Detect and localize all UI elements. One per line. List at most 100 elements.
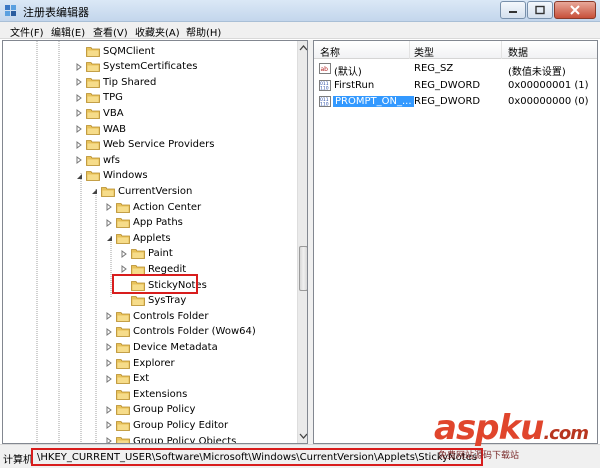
tree-item-currentversion[interactable]: CurrentVersion [90, 183, 192, 199]
tree-item-app-paths[interactable]: App Paths [105, 215, 183, 231]
tree-item-label: Regedit [148, 263, 187, 275]
expand-arrow-icon[interactable] [105, 218, 113, 227]
tree-item-ext[interactable]: Ext [105, 371, 149, 387]
key-tree-pane[interactable]: SQMClient SystemCertificates Tip Shared TPG… [2, 40, 308, 444]
menu-help[interactable]: 帮助(H) [186, 24, 221, 39]
expand-arrow-icon[interactable] [75, 140, 83, 149]
expand-arrow-icon[interactable] [75, 109, 83, 118]
svg-text:ab: ab [321, 66, 329, 73]
collapse-arrow-icon[interactable] [90, 187, 98, 195]
no-expander-spacer [105, 390, 113, 398]
window-title: 注册表编辑器 [23, 6, 89, 19]
folder-icon [86, 62, 100, 72]
tree-item-group-policy-objects[interactable]: Group Policy Objects [105, 433, 237, 444]
value-data: 0x00000000 (0) [508, 96, 589, 107]
folder-icon [101, 186, 115, 197]
value-data: 0x00000001 (1) [508, 80, 589, 91]
scroll-up-icon[interactable] [299, 43, 308, 53]
expand-arrow-icon[interactable] [105, 359, 113, 367]
maximize-button[interactable] [527, 1, 553, 19]
expand-arrow-icon[interactable] [105, 327, 113, 336]
folder-icon [131, 264, 145, 275]
folder-icon [116, 436, 130, 443]
collapse-arrow-icon[interactable] [105, 234, 113, 242]
folder-icon [86, 124, 100, 135]
tree-item-label: Paint [148, 248, 173, 260]
folder-icon [116, 218, 130, 228]
tree-item-group-policy[interactable]: Group Policy [105, 402, 195, 418]
tree-item-sqmclient[interactable]: SQMClient [75, 43, 155, 59]
value-type: REG_DWORD [414, 96, 481, 107]
tree-scrollbar[interactable] [297, 41, 308, 443]
menu-view[interactable]: 查看(V) [93, 24, 128, 39]
expand-arrow-icon[interactable] [75, 125, 83, 133]
tree-item-tpg[interactable]: TPG [75, 90, 123, 106]
expand-arrow-icon[interactable] [105, 437, 113, 444]
tree-item-systray[interactable]: SysTray [120, 293, 186, 309]
tree-item-label: CurrentVersion [118, 185, 193, 197]
maximize-icon [535, 5, 545, 15]
value-row[interactable]: 011 110 FirstRun REG_DWORD 0x00000001 (1… [314, 78, 597, 94]
expand-arrow-icon[interactable] [105, 405, 113, 414]
tree-item-label: WAB [103, 123, 127, 135]
tree-item-web-service-providers[interactable]: Web Service Providers [75, 137, 215, 153]
tree-item-windows[interactable]: Windows [75, 168, 148, 184]
tree-item-tip-shared[interactable]: Tip Shared [75, 74, 156, 90]
expand-arrow-icon[interactable] [120, 265, 128, 274]
tree-item-vba[interactable]: VBA [75, 105, 124, 121]
tree-item-extensions[interactable]: Extensions [105, 386, 187, 402]
tree-item-device-metadata[interactable]: Device Metadata [105, 339, 218, 355]
tree-item-label: Ext [133, 373, 150, 385]
tree-item-controls-folder[interactable]: Controls Folder [105, 308, 208, 324]
expand-arrow-icon[interactable] [75, 78, 83, 87]
tree-item-applets[interactable]: Applets [105, 230, 171, 246]
menu-edit[interactable]: 编辑(E) [51, 24, 85, 39]
col-header-name[interactable]: 名称 [320, 44, 340, 59]
expand-arrow-icon[interactable] [105, 343, 113, 352]
minimize-button[interactable] [500, 1, 526, 19]
tree-item-action-center[interactable]: Action Center [105, 199, 201, 215]
tree-item-label: Explorer [133, 357, 175, 369]
expand-arrow-icon[interactable] [105, 421, 113, 430]
tree-item-regedit[interactable]: Regedit [120, 261, 186, 277]
menu-file[interactable]: 文件(F) [10, 24, 44, 39]
expand-arrow-icon[interactable] [75, 156, 83, 165]
tree-item-explorer[interactable]: Explorer [105, 355, 175, 371]
expand-arrow-icon[interactable] [75, 62, 83, 71]
tree-item-systemcertificates[interactable]: SystemCertificates [75, 59, 197, 75]
folder-icon [116, 327, 130, 338]
expand-arrow-icon[interactable] [105, 374, 113, 383]
tree-item-wfs[interactable]: wfs [75, 152, 120, 168]
value-row[interactable]: ab (默认) REG_SZ (数值未设置) [314, 61, 597, 78]
tree-item-controls-folder-wow64[interactable]: Controls Folder (Wow64) [105, 324, 256, 340]
values-list-pane[interactable]: 名称 类型 数据 ab (默认) REG_SZ (数值未设置) 011 110 … [313, 40, 598, 444]
col-header-type[interactable]: 类型 [414, 44, 434, 59]
tree-item-label: SQMClient [103, 45, 155, 57]
tree-item-wab[interactable]: WAB [75, 121, 126, 137]
folder-icon [131, 249, 145, 260]
collapse-arrow-icon[interactable] [75, 172, 83, 180]
tree-item-label: Group Policy Editor [133, 419, 229, 431]
expand-arrow-icon[interactable] [75, 93, 83, 102]
expand-arrow-icon[interactable] [105, 312, 113, 321]
list-header: 名称 类型 数据 [314, 41, 597, 59]
tree-scroll-thumb[interactable] [299, 246, 307, 291]
tree-item-label: Device Metadata [133, 341, 218, 353]
tree-item-group-policy-editor[interactable]: Group Policy Editor [105, 417, 228, 433]
expand-arrow-icon[interactable] [120, 249, 128, 258]
value-name: PROMPT_ON_... [333, 96, 414, 107]
menu-favorites[interactable]: 收藏夹(A) [135, 24, 180, 39]
scroll-down-icon[interactable] [299, 431, 308, 441]
value-data: (数值未设置) [508, 67, 566, 78]
col-header-data[interactable]: 数据 [508, 44, 528, 59]
svg-text:110: 110 [320, 102, 329, 108]
expand-arrow-icon[interactable] [105, 203, 113, 211]
tree-item-label: Action Center [133, 201, 202, 213]
string-value-icon: ab [319, 63, 331, 74]
value-row-selected[interactable]: 011 110 PROMPT_ON_... REG_DWORD 0x000000… [314, 94, 597, 110]
tree-item-stickynotes[interactable]: StickyNotes [112, 274, 207, 294]
close-button[interactable] [554, 1, 596, 19]
tree-item-paint[interactable]: Paint [120, 246, 173, 262]
tree-item-label: Group Policy Objects [133, 435, 237, 444]
tree-item-label: Controls Folder [133, 310, 209, 322]
